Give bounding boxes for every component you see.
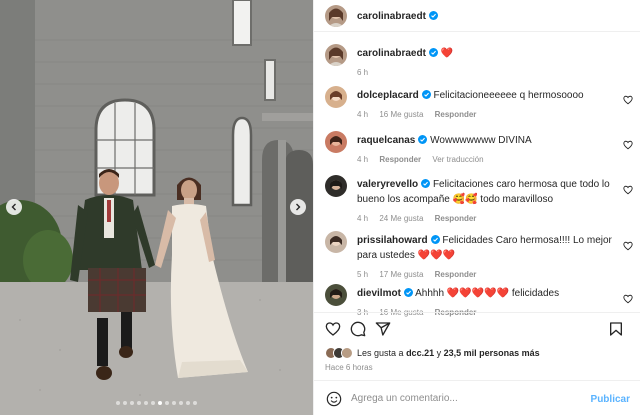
- likes-middle: y: [436, 348, 442, 358]
- comment-username[interactable]: dievilmot: [357, 288, 401, 299]
- actions-divider: [314, 312, 640, 313]
- comment-username[interactable]: valeryrevello: [357, 179, 418, 190]
- author-username[interactable]: carolinabraedt: [357, 11, 438, 22]
- share-icon[interactable]: [375, 321, 391, 337]
- verified-badge-icon: [421, 90, 431, 99]
- chevron-left-icon: [11, 203, 16, 211]
- post-media[interactable]: [0, 0, 313, 415]
- comment-time: 5 h: [357, 270, 369, 279]
- comment-time: 4 h: [357, 155, 369, 164]
- verified-badge-icon: [428, 48, 438, 57]
- carousel-dot: [179, 401, 183, 405]
- comment-text: Felicitacioneeeeee q hermosoooo: [433, 90, 584, 101]
- comment-time: 4 h: [357, 110, 369, 119]
- comment-icon[interactable]: [350, 321, 366, 337]
- save-bookmark-icon[interactable]: [608, 321, 624, 337]
- comment-likes[interactable]: 17 Me gusta: [379, 270, 423, 279]
- wedding-photo: [0, 0, 313, 415]
- comment-username[interactable]: raquelcanas: [357, 135, 415, 146]
- caption-username[interactable]: carolinabraedt: [357, 48, 426, 59]
- comment-like-heart-icon[interactable]: [623, 95, 633, 105]
- comment-avatar[interactable]: [325, 86, 347, 108]
- comment-username[interactable]: prissilahoward: [357, 235, 428, 246]
- reply-button[interactable]: Responder: [435, 110, 477, 119]
- translate-link[interactable]: Ver traducción: [432, 155, 483, 164]
- carousel-dot: [137, 401, 141, 405]
- likes-summary: Les gusta a dcc.21 y 23,5 mil personas m…: [325, 347, 540, 359]
- comment-avatar[interactable]: [325, 284, 347, 306]
- carousel-prev-button[interactable]: [6, 199, 22, 215]
- carousel-dot: [116, 401, 120, 405]
- reply-button[interactable]: Responder: [435, 270, 477, 279]
- post-side-panel: carolinabraedt carolinabraedt ❤️ 6 h dol…: [313, 0, 640, 415]
- comment-like-heart-icon[interactable]: [623, 140, 633, 150]
- author-avatar[interactable]: [325, 5, 347, 27]
- carousel-dot: [123, 401, 127, 405]
- verified-badge-icon: [430, 235, 440, 244]
- publish-button[interactable]: Publicar: [591, 394, 630, 405]
- carousel-dot: [151, 401, 155, 405]
- carousel-dot: [165, 401, 169, 405]
- carousel-dot: [144, 401, 148, 405]
- comment-like-heart-icon[interactable]: [623, 185, 633, 195]
- comment-like-heart-icon[interactable]: [623, 294, 633, 304]
- verified-badge-icon: [418, 135, 428, 144]
- emoji-picker-icon[interactable]: [326, 391, 342, 407]
- comment-avatar[interactable]: [325, 231, 347, 253]
- posted-time: Hace 6 horas: [325, 363, 373, 372]
- likes-count-link[interactable]: 23,5 mil personas más: [444, 348, 540, 358]
- comment-likes[interactable]: 16 Me gusta: [379, 110, 423, 119]
- like-heart-icon[interactable]: [325, 321, 341, 337]
- comment-composer: Publicar: [314, 380, 640, 415]
- comment-avatar[interactable]: [325, 131, 347, 153]
- reply-button[interactable]: Responder: [435, 214, 477, 223]
- likes-prefix: Les gusta a: [357, 348, 404, 358]
- action-bar: [325, 321, 625, 339]
- carousel-dot: [172, 401, 176, 405]
- comment-like-heart-icon[interactable]: [623, 241, 633, 251]
- chevron-right-icon: [296, 203, 301, 211]
- carousel-next-button[interactable]: [290, 199, 306, 215]
- comment-likes[interactable]: 24 Me gusta: [379, 214, 423, 223]
- comment-time: 4 h: [357, 214, 369, 223]
- carousel-dot: [158, 401, 162, 405]
- comment-avatar[interactable]: [325, 175, 347, 197]
- verified-badge-icon: [421, 179, 431, 188]
- likes-user-link[interactable]: dcc.21: [406, 348, 434, 358]
- comment-text: Wowwwwwww DIVINA: [430, 135, 532, 146]
- caption-time: 6 h: [357, 68, 369, 77]
- caption-avatar[interactable]: [325, 44, 347, 66]
- verified-badge-icon: [403, 288, 413, 297]
- reply-button[interactable]: Responder: [379, 155, 421, 164]
- carousel-dot: [186, 401, 190, 405]
- comment-username[interactable]: dolceplacard: [357, 90, 419, 101]
- caption-text: ❤️: [440, 48, 454, 59]
- comment-input[interactable]: [351, 389, 581, 407]
- carousel-indicators: [0, 401, 313, 405]
- comment-text: Ahhhh ❤️❤️❤️❤️❤️ felicidades: [415, 288, 560, 299]
- carousel-dot: [130, 401, 134, 405]
- carousel-dot: [193, 401, 197, 405]
- post-header: carolinabraedt: [314, 0, 640, 32]
- liker-avatar: [341, 347, 353, 359]
- verified-badge-icon: [428, 11, 438, 20]
